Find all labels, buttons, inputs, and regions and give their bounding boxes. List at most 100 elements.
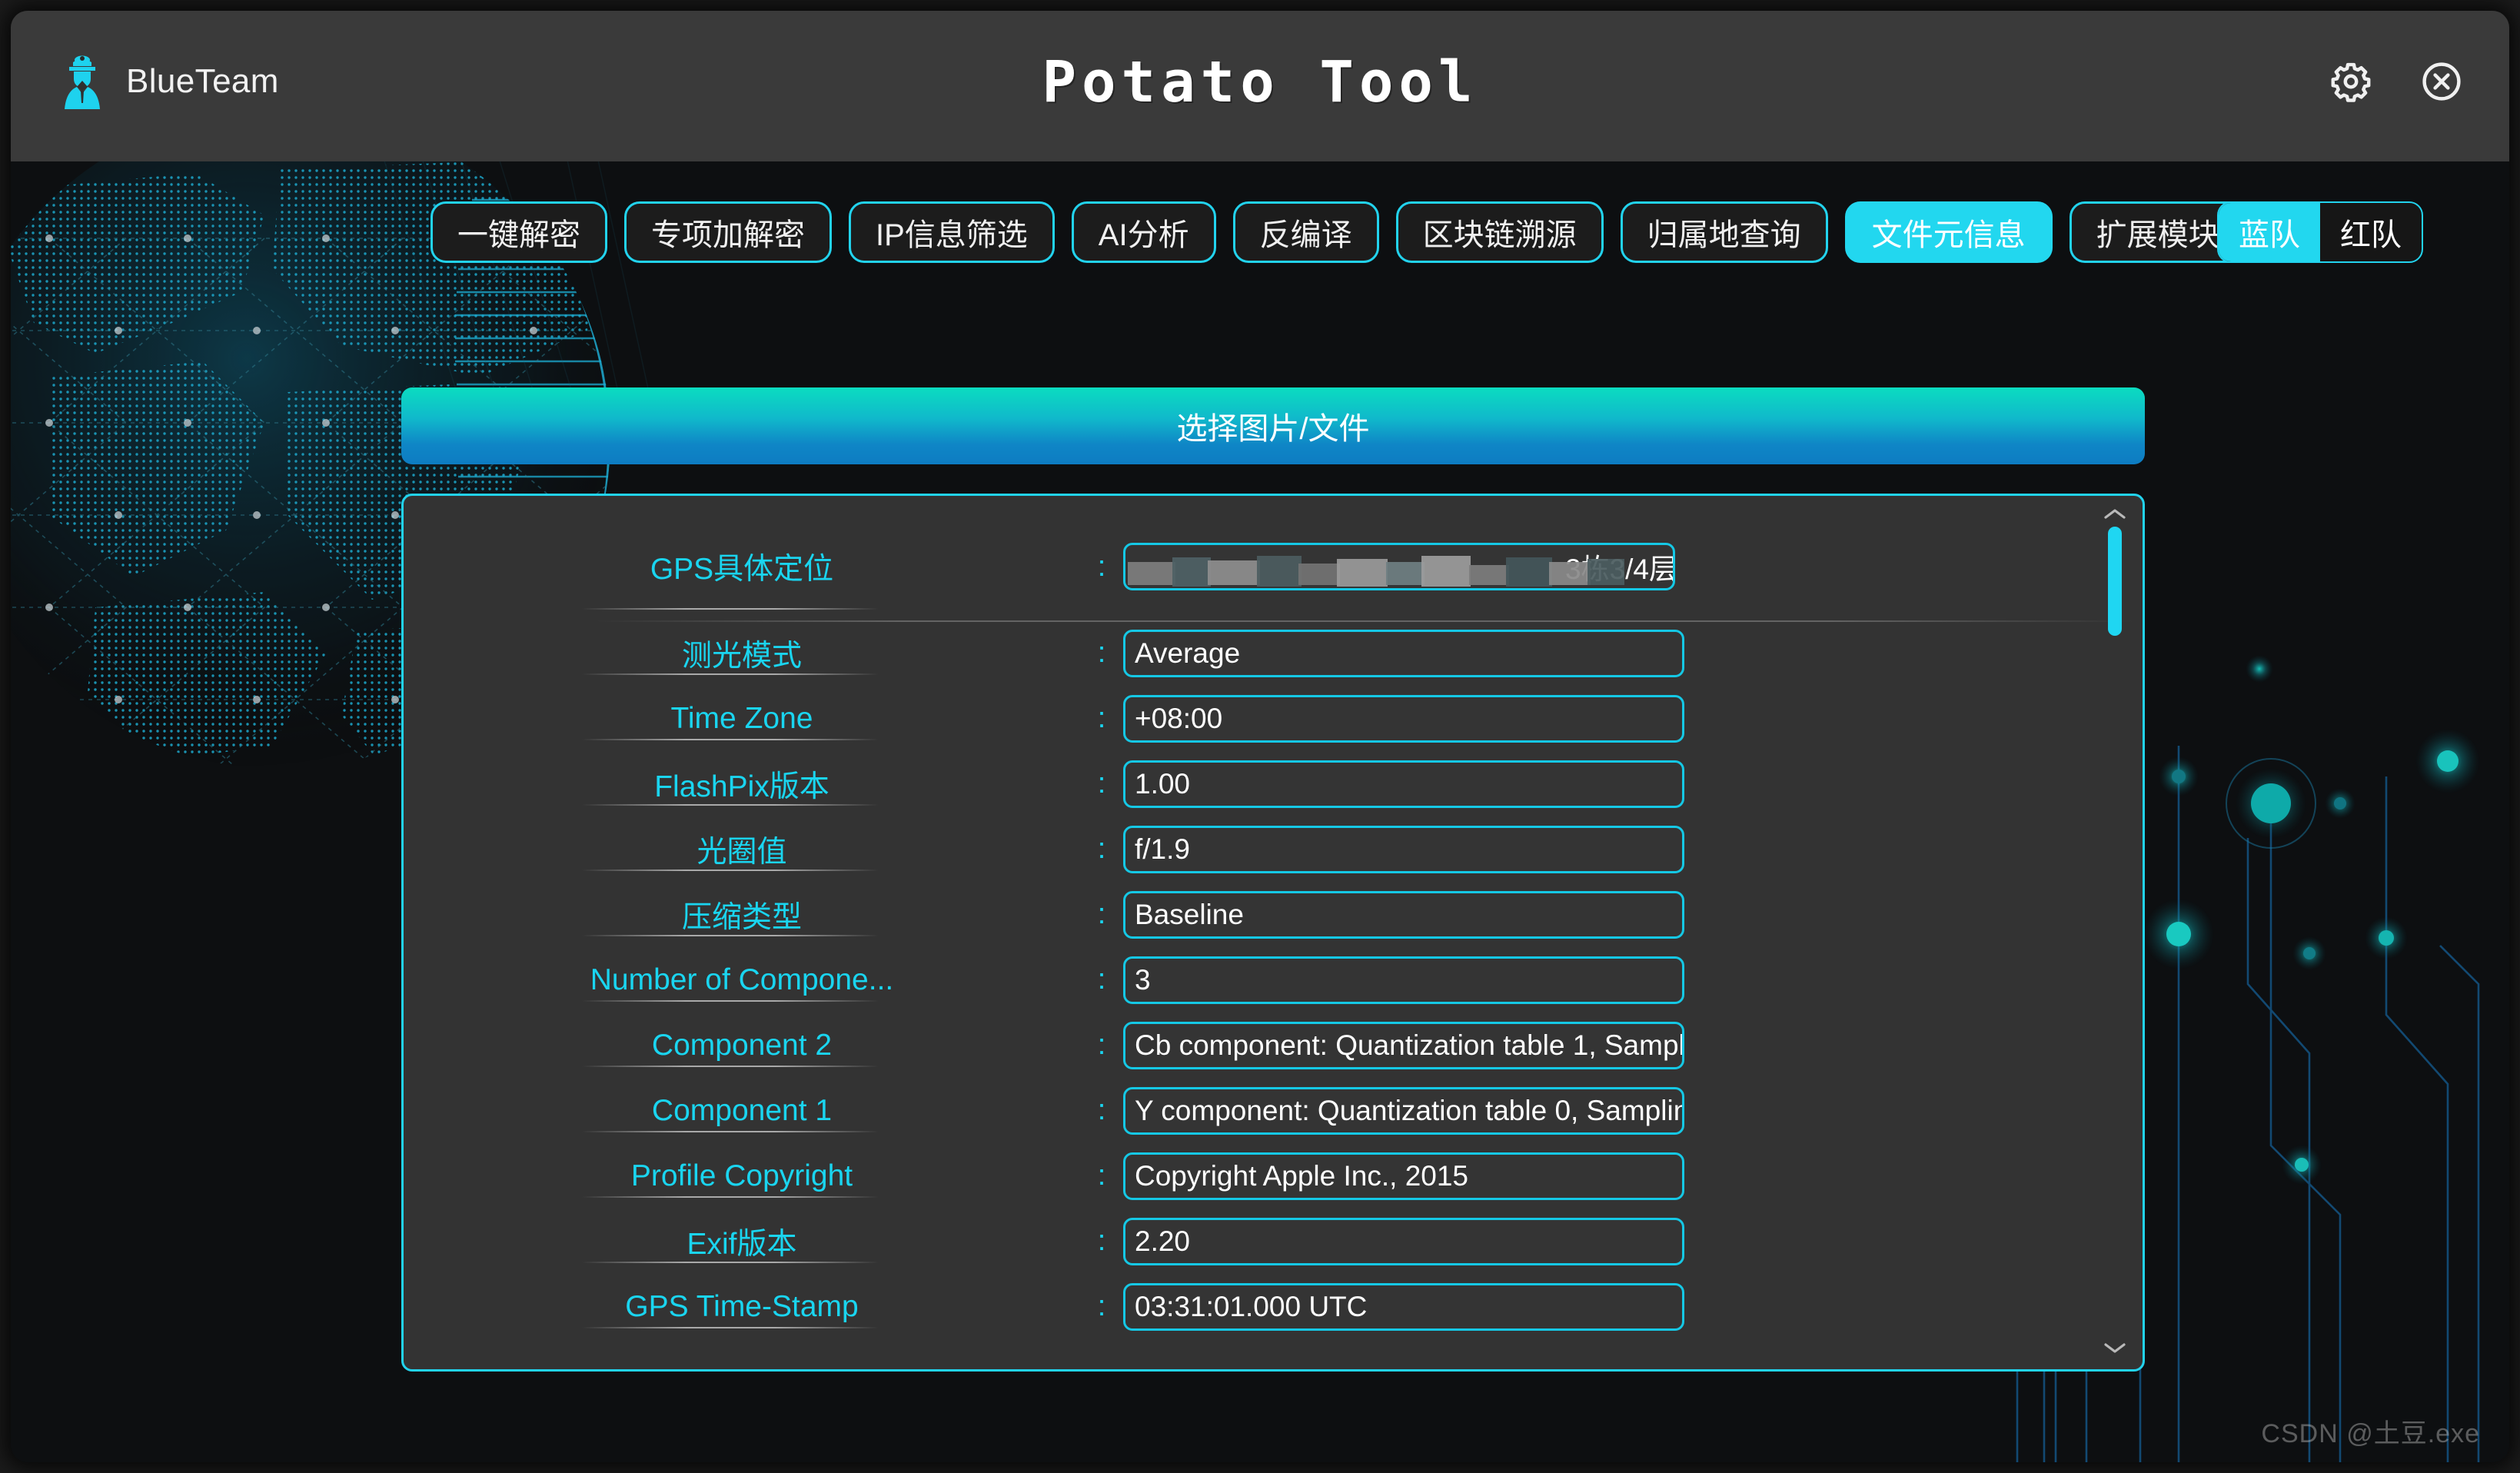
row-value-text: 2.20 [1135, 1225, 1190, 1258]
tab-4[interactable]: 反编译 [1233, 201, 1379, 263]
row-label-wrap: Exif版本 [404, 1209, 1080, 1274]
row-label-underline [582, 870, 879, 871]
row-value-input[interactable]: 2.20 [1123, 1218, 1684, 1265]
row-label: 测光模式 [682, 632, 802, 675]
window-controls [2329, 60, 2463, 103]
metadata-row: 压缩类型: Baseline [404, 882, 2101, 947]
chevron-up-icon[interactable] [2102, 507, 2128, 522]
row-value-input[interactable]: 1.00 [1123, 760, 1684, 808]
row-colon: : [1080, 963, 1123, 996]
row-label-wrap: 测光模式 [404, 620, 1080, 686]
row-label-wrap: 光圈值 [404, 816, 1080, 882]
tab-1[interactable]: 专项加解密 [624, 201, 832, 263]
row-label-underline [582, 673, 879, 675]
metadata-row: Number of Compone...:3 [404, 947, 2101, 1012]
row-value-text: Average [1135, 637, 1240, 670]
row-label-wrap: 压缩类型 [404, 882, 1080, 947]
scrollbar-track[interactable] [2108, 527, 2122, 1335]
row-label-wrap: Component 1 [404, 1078, 1080, 1143]
row-label-underline [582, 804, 879, 806]
row-colon: : [1080, 637, 1123, 670]
row-label: Component 1 [652, 1094, 832, 1128]
tab-bar: 一键解密专项加解密IP信息筛选AI分析反编译区块链溯源归属地查询文件元信息扩展模… [11, 201, 2509, 268]
scrollbar-thumb[interactable] [2108, 527, 2122, 636]
row-label: GPS Time-Stamp [625, 1290, 858, 1324]
row-value-text: Cb component: Quantization table 1, Samp… [1135, 1029, 1684, 1062]
row-label: Profile Copyright [631, 1159, 853, 1193]
row-label-underline [582, 739, 879, 740]
row-value-text: +08:00 [1135, 703, 1222, 735]
tab-2[interactable]: IP信息筛选 [849, 201, 1055, 263]
row-label-wrap: Component 2 [404, 1012, 1080, 1078]
row-label: Exif版本 [687, 1220, 796, 1263]
select-file-button[interactable]: 选择图片/文件 [401, 387, 2145, 464]
row-label-underline [582, 608, 879, 610]
row-value-input[interactable]: Cb component: Quantization table 1, Samp… [1123, 1022, 1684, 1069]
metadata-row: GPS Time-Stamp:03:31:01.000 UTC [404, 1274, 2101, 1339]
chevron-down-icon[interactable] [2102, 1340, 2128, 1355]
metadata-row: GPS具体定位: 3栋3/4层 [404, 513, 2101, 620]
row-value-input[interactable]: 3 [1123, 956, 1684, 1004]
row-label-wrap: Time Zone [404, 686, 1080, 751]
row-value-input[interactable]: 3栋3/4层 [1123, 543, 1675, 590]
watermark: CSDN @土豆.exe [2261, 1412, 2480, 1450]
row-label-underline [582, 1131, 879, 1132]
row-value-text: Baseline [1135, 899, 1244, 931]
row-label-underline [582, 1000, 879, 1002]
team-option-1[interactable]: 红队 [2320, 203, 2422, 261]
row-colon: : [1080, 767, 1123, 800]
row-value-input[interactable]: Baseline [1123, 891, 1684, 939]
team-toggle[interactable]: 蓝队红队 [2217, 201, 2423, 263]
row-colon: : [1080, 702, 1123, 735]
row-label: 压缩类型 [682, 893, 802, 936]
row-value-input[interactable]: Y component: Quantization table 0, Sampl… [1123, 1087, 1684, 1135]
gear-icon[interactable] [2329, 60, 2372, 103]
row-value-input[interactable]: +08:00 [1123, 695, 1684, 743]
metadata-row: 测光模式: Average [404, 620, 2101, 686]
row-value-text: f/1.9 [1135, 833, 1190, 866]
row-colon: : [1080, 1290, 1123, 1323]
row-label-wrap: GPS Time-Stamp [404, 1274, 1080, 1339]
row-colon: : [1080, 898, 1123, 931]
row-colon: : [1080, 1094, 1123, 1127]
close-circle-icon[interactable] [2420, 60, 2463, 103]
tab-7[interactable]: 文件元信息 [1845, 201, 2053, 263]
metadata-row: 光圈值: f/1.9 [404, 816, 2101, 882]
title-bar: BlueTeam Potato Tool [11, 11, 2509, 161]
row-colon: : [1080, 1159, 1123, 1192]
row-colon: : [1080, 833, 1123, 866]
row-colon: : [1080, 550, 1123, 584]
row-label-underline [582, 1066, 879, 1067]
row-label-underline [582, 935, 879, 936]
row-label-underline [582, 1327, 879, 1328]
row-label-wrap: FlashPix版本 [404, 751, 1080, 816]
metadata-row-list: GPS具体定位: 3栋3/4层测光模式: Average Time Zone: +08:… [404, 496, 2101, 1369]
page-title: Potato Tool [11, 49, 2509, 115]
row-value-text: 1.00 [1135, 768, 1190, 800]
row-value-input[interactable]: f/1.9 [1123, 826, 1684, 873]
tab-3[interactable]: AI分析 [1072, 201, 1216, 263]
row-value-text: Copyright Apple Inc., 2015 [1135, 1160, 1468, 1192]
tab-list: 一键解密专项加解密IP信息筛选AI分析反编译区块链溯源归属地查询文件元信息扩展模… [431, 201, 2379, 263]
metadata-row: Time Zone: +08:00 [404, 686, 2101, 751]
row-label: Component 2 [652, 1029, 832, 1062]
row-value-text: 3栋3/4层 [1565, 546, 1675, 587]
row-value-text: Y component: Quantization table 0, Sampl… [1135, 1095, 1684, 1127]
row-label: Number of Compone... [590, 963, 894, 997]
row-label-underline [582, 1262, 879, 1263]
row-label: GPS具体定位 [650, 545, 833, 588]
tab-6[interactable]: 归属地查询 [1621, 201, 1828, 263]
tab-5[interactable]: 区块链溯源 [1396, 201, 1604, 263]
tab-0[interactable]: 一键解密 [431, 201, 607, 263]
metadata-row: FlashPix版本:1.00 [404, 751, 2101, 816]
row-label-wrap: Profile Copyright [404, 1143, 1080, 1209]
row-value-input[interactable]: Average [1123, 630, 1684, 677]
row-label-wrap: GPS具体定位 [404, 513, 1080, 620]
metadata-row: Component 2:Cb component: Quantization t… [404, 1012, 2101, 1078]
metadata-row: Exif版本:2.20 [404, 1209, 2101, 1274]
row-value-input[interactable]: 03:31:01.000 UTC [1123, 1283, 1684, 1331]
row-value-text: 3 [1135, 964, 1151, 996]
row-value-input[interactable]: Copyright Apple Inc., 2015 [1123, 1152, 1684, 1200]
team-option-0[interactable]: 蓝队 [2219, 203, 2320, 261]
panel-scrollbar[interactable] [2098, 496, 2132, 1369]
